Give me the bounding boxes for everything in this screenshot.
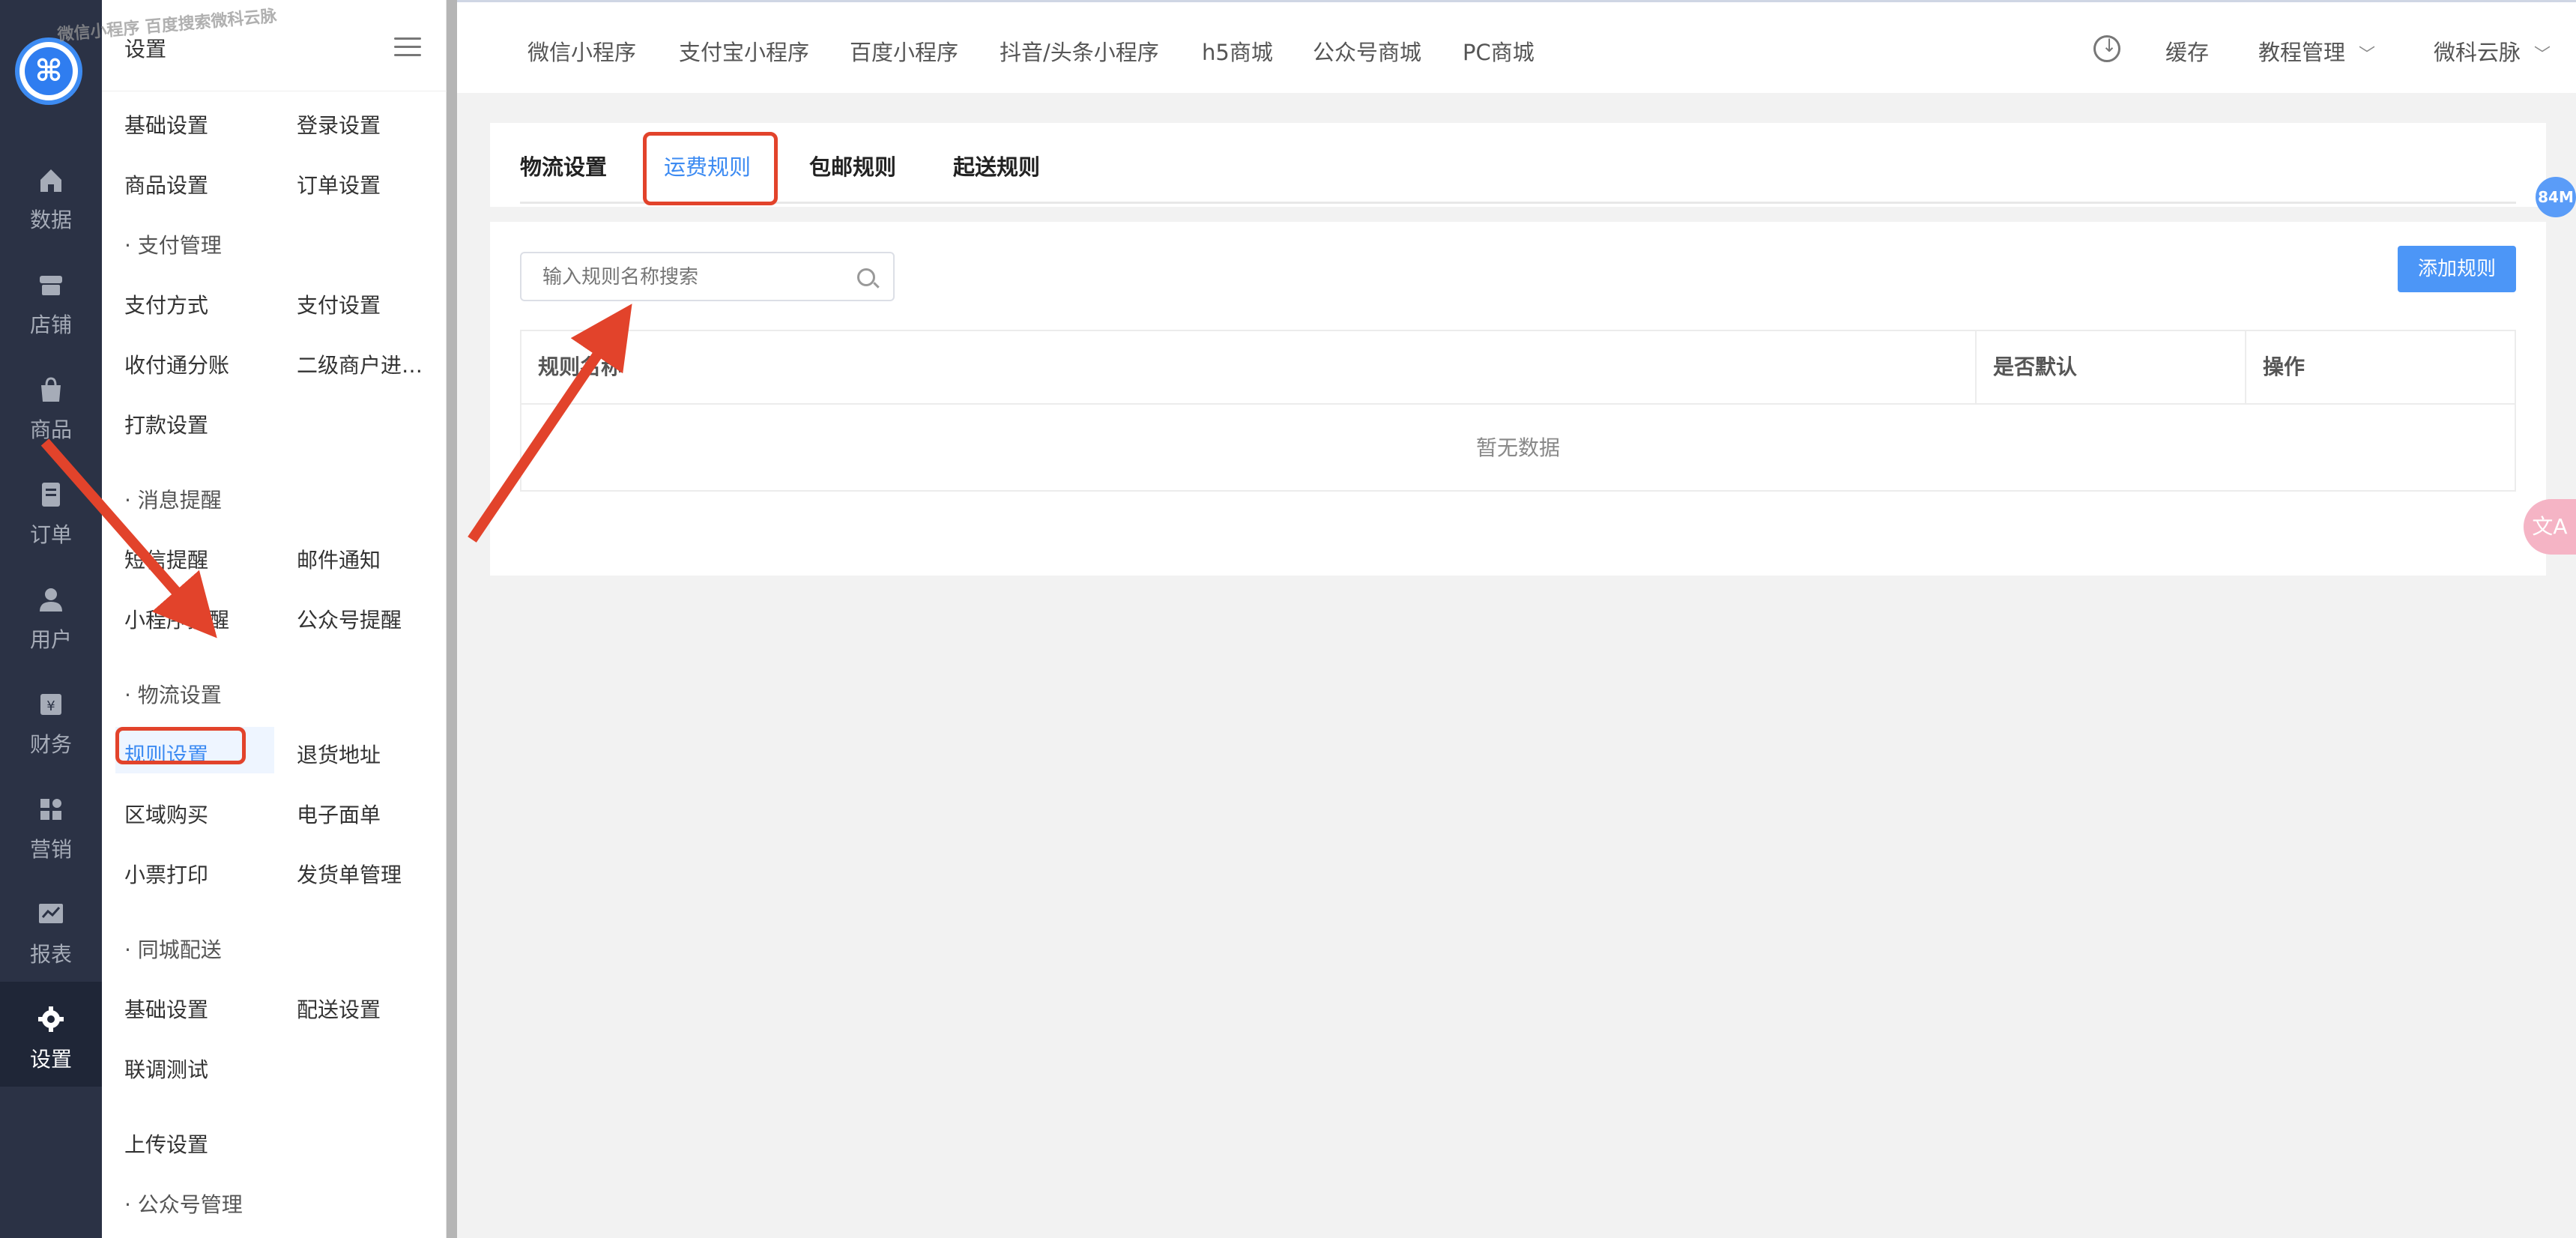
tab-mp-mall[interactable]: 公众号商城 [1313, 35, 1421, 67]
tab-wechat-mini[interactable]: 微信小程序 [527, 35, 636, 67]
rail-label: 店铺 [29, 312, 72, 337]
chevron-down-icon: ﹀ [2359, 46, 2376, 64]
tutorial-label: 教程管理 [2258, 40, 2346, 65]
rail-item-user[interactable]: 用户 [0, 562, 102, 667]
menu-pay-setting[interactable]: 支付设置 [297, 289, 381, 319]
menu-email[interactable]: 邮件通知 [297, 544, 381, 574]
rail-label: 营销 [29, 837, 72, 862]
rail-item-store[interactable]: 店铺 [0, 247, 102, 352]
content-tabs: 物流设置 运费规则 包邮规则 起送规则 [520, 123, 2516, 205]
app-logo[interactable]: ⌘ [15, 37, 82, 105]
rail-label: 财务 [29, 732, 72, 757]
rail-label: 报表 [29, 942, 72, 967]
tab-baidu-mini[interactable]: 百度小程序 [850, 35, 958, 67]
finance-icon: ¥ [40, 694, 61, 715]
submenu-scrollbar[interactable] [447, 0, 457, 1238]
menu-city-basic[interactable]: 基础设置 [124, 994, 208, 1024]
tutorial-menu[interactable]: 教程管理 ﹀ [2258, 35, 2375, 67]
menu-eorder[interactable]: 电子面单 [297, 799, 381, 829]
rules-table: 规则名称 是否默认 操作 暂无数据 [520, 330, 2516, 492]
rail-item-marketing[interactable]: 营销 [0, 772, 102, 877]
rail-item-settings[interactable]: 设置 [0, 982, 102, 1087]
order-icon [42, 483, 60, 507]
cache-button[interactable]: 缓存 [2165, 35, 2209, 67]
column-header-name: 规则名称 [521, 331, 1977, 403]
user-icon [40, 588, 62, 612]
divider [490, 207, 2546, 222]
rail-label: 数据 [29, 208, 72, 232]
highlight-box [115, 727, 246, 764]
settings-submenu: 设置 微信小程序 百度搜索微科云脉 基础设置 登录设置 商品设置 订单设置 · … [57, 0, 457, 1238]
tab-douyin-mini[interactable]: 抖音/头条小程序 [1000, 35, 1159, 67]
menu-goods[interactable]: 商品设置 [124, 169, 208, 199]
menu-split[interactable]: 收付通分账 [124, 349, 229, 379]
rail-label: 用户 [29, 627, 72, 652]
user-menu[interactable]: 微科云脉 ﹀ [2434, 35, 2551, 67]
chevron-down-icon: ﹀ [2534, 46, 2551, 64]
rail-item-goods[interactable]: 商品 [0, 352, 102, 457]
menu-shipping[interactable]: 发货单管理 [297, 859, 402, 889]
column-header-default: 是否默认 [1977, 331, 2246, 403]
user-label: 微科云脉 [2434, 40, 2521, 65]
top-nav: 微信小程序 支付宝小程序 百度小程序 抖音/头条小程序 h5商城 公众号商城 P… [457, 0, 2576, 93]
menu-mp-msg[interactable]: 公众号提醒 [297, 604, 402, 634]
menu-mini-msg[interactable]: 小程序提醒 [124, 604, 229, 634]
tab-alipay-mini[interactable]: 支付宝小程序 [679, 35, 809, 67]
home-icon [40, 169, 61, 192]
menu-pay-method[interactable]: 支付方式 [124, 289, 208, 319]
menu-delivery[interactable]: 配送设置 [297, 994, 381, 1024]
rail-label: 商品 [29, 417, 72, 442]
search-input[interactable] [542, 264, 842, 291]
menu-order[interactable]: 订单设置 [297, 169, 381, 199]
tab-logistics-settings[interactable]: 物流设置 [520, 150, 607, 181]
menu-debug[interactable]: 联调测试 [124, 1054, 208, 1084]
marketing-icon [40, 799, 61, 820]
column-header-actions: 操作 [2246, 331, 2515, 403]
logo-glyph: ⌘ [25, 47, 73, 95]
tab-h5[interactable]: h5商城 [1202, 35, 1273, 67]
search-icon[interactable] [857, 268, 875, 286]
translate-icon[interactable]: 文A [2524, 499, 2576, 555]
tab-min-order-rules[interactable]: 起送规则 [953, 150, 1040, 181]
section-logistics[interactable]: · 物流设置 [124, 679, 222, 709]
rail-label: 设置 [29, 1047, 72, 1072]
submenu-header: 设置 微信小程序 百度搜索微科云脉 [57, 0, 447, 91]
store-icon [40, 276, 62, 295]
menu-region[interactable]: 区域购买 [124, 799, 208, 829]
menu-sms[interactable]: 短信提醒 [124, 544, 208, 574]
menu-payout[interactable]: 打款设置 [124, 409, 208, 439]
section-pay[interactable]: · 支付管理 [124, 229, 222, 259]
content-card: 物流设置 运费规则 包邮规则 起送规则 添加规则 规则名称 是否默认 操作 暂无… [490, 123, 2546, 576]
rail-label: 订单 [29, 522, 72, 547]
download-icon[interactable] [2093, 35, 2120, 62]
menu-login[interactable]: 登录设置 [297, 109, 381, 139]
svg-text:¥: ¥ [46, 698, 55, 714]
rail-item-finance[interactable]: ¥ 财务 [0, 667, 102, 772]
menu-basic[interactable]: 基础设置 [124, 109, 208, 139]
empty-state: 暂无数据 [1475, 435, 1560, 460]
chart-icon [39, 904, 63, 923]
tab-pc-mall[interactable]: PC商城 [1463, 35, 1535, 67]
menu-upload[interactable]: 上传设置 [124, 1129, 208, 1159]
memory-badge[interactable]: 84M [2536, 177, 2576, 217]
menu-return-address[interactable]: 退货地址 [297, 739, 381, 769]
menu-sub-merchant[interactable]: 二级商户进… [297, 349, 423, 379]
add-rule-button[interactable]: 添加规则 [2398, 246, 2516, 292]
tab-free-shipping-rules[interactable]: 包邮规则 [809, 150, 896, 181]
section-mp[interactable]: · 公众号管理 [124, 1189, 243, 1219]
rail-item-data[interactable]: 数据 [0, 142, 102, 247]
collapse-menu-icon[interactable] [394, 37, 421, 60]
menu-receipt[interactable]: 小票打印 [124, 859, 208, 889]
rail-item-order[interactable]: 订单 [0, 457, 102, 562]
section-city[interactable]: · 同城配送 [124, 934, 222, 964]
bag-icon [41, 377, 61, 402]
icon-rail: ⌘ 数据 店铺 商品 订单 用户 ¥ 财务 营销 报表 设置 [0, 0, 102, 1238]
highlight-box [643, 132, 778, 205]
section-message[interactable]: · 消息提醒 [124, 484, 222, 514]
search-box[interactable] [520, 252, 895, 301]
gear-icon [38, 1006, 64, 1032]
rail-item-report[interactable]: 报表 [0, 877, 102, 982]
